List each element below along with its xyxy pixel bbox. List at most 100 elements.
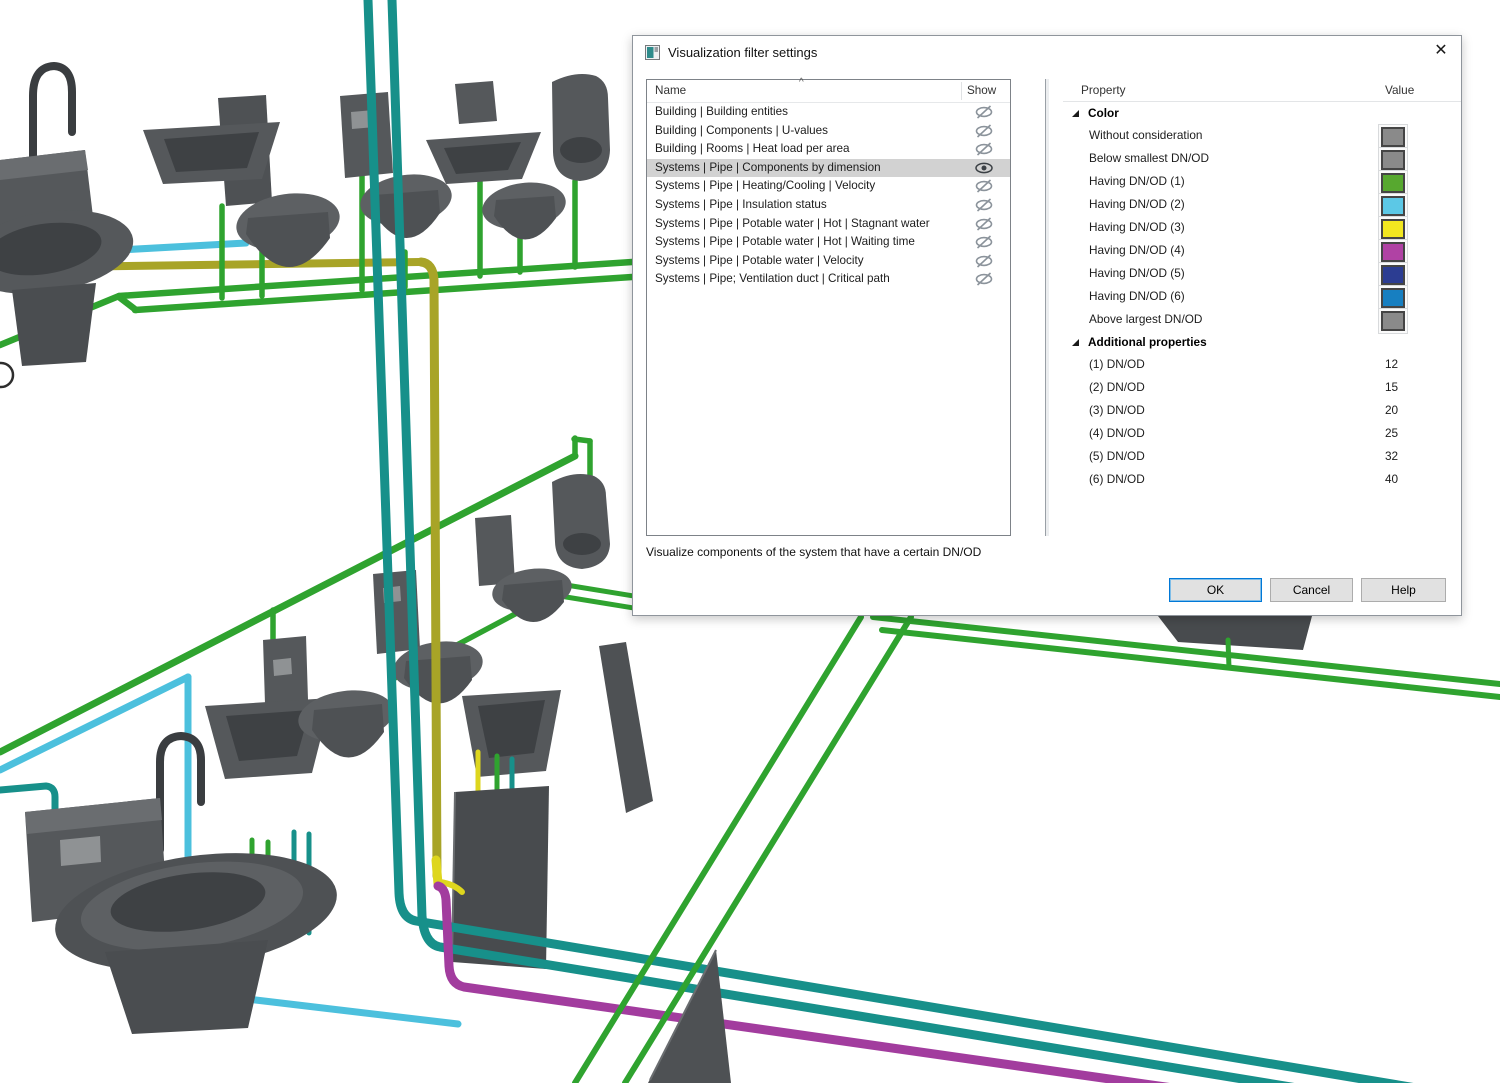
filter-row[interactable]: Systems | Pipe | Heating/Cooling | Veloc… (647, 177, 1010, 196)
filter-row[interactable]: Systems | Pipe | Insulation status (647, 196, 1010, 215)
property-row: Having DN/OD (5) (1063, 262, 1461, 285)
filter-row[interactable]: Systems | Pipe | Components by dimension (647, 159, 1010, 178)
cancel-button[interactable]: Cancel (1270, 578, 1353, 602)
property-row: Having DN/OD (1) (1063, 170, 1461, 193)
property-label: (6) DN/OD (1089, 472, 1145, 486)
property-value[interactable]: 25 (1385, 422, 1398, 445)
sink (426, 81, 541, 184)
property-row: Having DN/OD (6) (1063, 285, 1461, 308)
filter-row-label: Systems | Pipe; Ventilation duct | Criti… (655, 272, 890, 285)
visualization-filter-dialog: Visualization filter settings ✕ Name ^ S… (632, 35, 1462, 616)
filter-row-label: Systems | Pipe | Potable water | Hot | W… (655, 235, 915, 248)
filter-row[interactable]: Systems | Pipe | Potable water | Hot | W… (647, 233, 1010, 252)
property-row: (5) DN/OD32 (1063, 445, 1461, 468)
property-panel-header: Property Value (1063, 79, 1461, 102)
property-row: Having DN/OD (3) (1063, 216, 1461, 239)
property-label: Having DN/OD (3) (1089, 220, 1185, 234)
column-separator (961, 82, 962, 100)
property-row: Above largest DN/OD (1063, 308, 1461, 331)
property-group-label: Color (1088, 106, 1119, 120)
property-label: (3) DN/OD (1089, 403, 1145, 417)
property-label: Having DN/OD (5) (1089, 266, 1185, 280)
visibility-off-eye-icon (975, 179, 993, 193)
expanded-group-icon (1071, 338, 1080, 347)
color-swatch[interactable] (1381, 196, 1405, 216)
urinal (552, 74, 610, 181)
property-row: (2) DN/OD15 (1063, 376, 1461, 399)
filter-row-label: Systems | Pipe | Potable water | Hot | S… (655, 217, 930, 230)
urinal (552, 474, 610, 569)
visibility-off-eye-icon (975, 198, 993, 212)
filter-row-label: Systems | Pipe | Heating/Cooling | Veloc… (655, 179, 875, 192)
color-swatch[interactable] (1381, 311, 1405, 331)
visibility-off-eye-icon (975, 272, 993, 286)
filter-row-label: Building | Building entities (655, 105, 788, 118)
filter-row[interactable]: Systems | Pipe | Potable water | Velocit… (647, 252, 1010, 271)
property-label: Without consideration (1089, 128, 1202, 142)
fixtures-lower-room (25, 474, 653, 1034)
sort-ascending-icon: ^ (799, 77, 804, 88)
column-header-name[interactable]: Name (655, 84, 686, 97)
visibility-off-eye-icon (975, 254, 993, 268)
filter-list-header: Name ^ Show (647, 80, 1010, 103)
visibility-off-eye-icon (975, 217, 993, 231)
sink (143, 95, 280, 206)
property-label: Having DN/OD (4) (1089, 243, 1185, 257)
radiator (599, 642, 653, 813)
property-row: Without consideration (1063, 124, 1461, 147)
filter-row-label: Systems | Pipe | Components by dimension (655, 161, 881, 174)
property-value[interactable]: 15 (1385, 376, 1398, 399)
orbit-gizmo-icon (0, 363, 13, 387)
filter-row[interactable]: Systems | Pipe | Potable water | Hot | S… (647, 215, 1010, 234)
property-value[interactable]: 20 (1385, 399, 1398, 422)
filter-row-label: Systems | Pipe | Potable water | Velocit… (655, 254, 864, 267)
column-header-value: Value (1385, 83, 1414, 97)
color-swatch[interactable] (1381, 265, 1405, 285)
filter-row-label: Systems | Pipe | Insulation status (655, 198, 827, 211)
color-swatch[interactable] (1381, 173, 1405, 193)
color-swatch[interactable] (1381, 150, 1405, 170)
property-value[interactable]: 40 (1385, 468, 1398, 491)
visibility-off-toggle[interactable] (975, 272, 993, 293)
property-row: (6) DN/OD 40 (1063, 468, 1461, 491)
property-value[interactable]: 12 (1385, 353, 1398, 376)
close-icon[interactable]: ✕ (1421, 36, 1461, 66)
pipes-floor-loop (575, 616, 1500, 1083)
visibility-off-eye-icon (975, 105, 993, 119)
property-row: (3) DN/OD 20 (1063, 399, 1461, 422)
property-label: Having DN/OD (1) (1089, 174, 1185, 188)
property-row: (1) DN/OD 12 (1063, 353, 1461, 376)
dialog-titlebar[interactable]: Visualization filter settings ✕ (633, 36, 1461, 69)
column-header-show[interactable]: Show (967, 84, 996, 97)
property-value[interactable]: 32 (1385, 445, 1398, 468)
visibility-off-eye-icon (975, 235, 993, 249)
fixtures-upper-room (0, 66, 610, 366)
help-button[interactable]: Help (1361, 578, 1446, 602)
filter-row[interactable]: Building | Building entities (647, 103, 1010, 122)
radiator (1158, 616, 1312, 650)
filter-row[interactable]: Building | Components | U-values (647, 122, 1010, 141)
filter-row[interactable]: Systems | Pipe; Ventilation duct | Criti… (647, 270, 1010, 289)
property-panel: Property Value Color Without consideratio… (1063, 79, 1461, 536)
visibility-off-eye-icon (975, 142, 993, 156)
cistern (340, 92, 393, 178)
property-row: Having DN/OD (4) (1063, 239, 1461, 262)
property-group-header[interactable]: Additional properties (1063, 331, 1461, 353)
property-group-header[interactable]: Color (1063, 102, 1461, 124)
color-swatch[interactable] (1381, 242, 1405, 262)
visibility-off-eye-icon (975, 124, 993, 138)
color-swatch[interactable] (1381, 288, 1405, 308)
panel-splitter[interactable] (1045, 79, 1049, 536)
dialog-title: Visualization filter settings (668, 36, 817, 69)
ok-button[interactable]: OK (1169, 578, 1262, 602)
property-group-label: Additional properties (1088, 335, 1207, 349)
toilet (0, 150, 139, 366)
property-label: Below smallest DN/OD (1089, 151, 1209, 165)
property-row: (4) DN/OD25 (1063, 422, 1461, 445)
color-swatch[interactable] (1381, 219, 1405, 239)
filter-row-label: Building | Rooms | Heat load per area (655, 142, 849, 155)
filter-row[interactable]: Building | Rooms | Heat load per area (647, 140, 1010, 159)
property-label: Having DN/OD (2) (1089, 197, 1185, 211)
color-swatch[interactable] (1381, 127, 1405, 147)
property-label: (1) DN/OD (1089, 357, 1145, 371)
